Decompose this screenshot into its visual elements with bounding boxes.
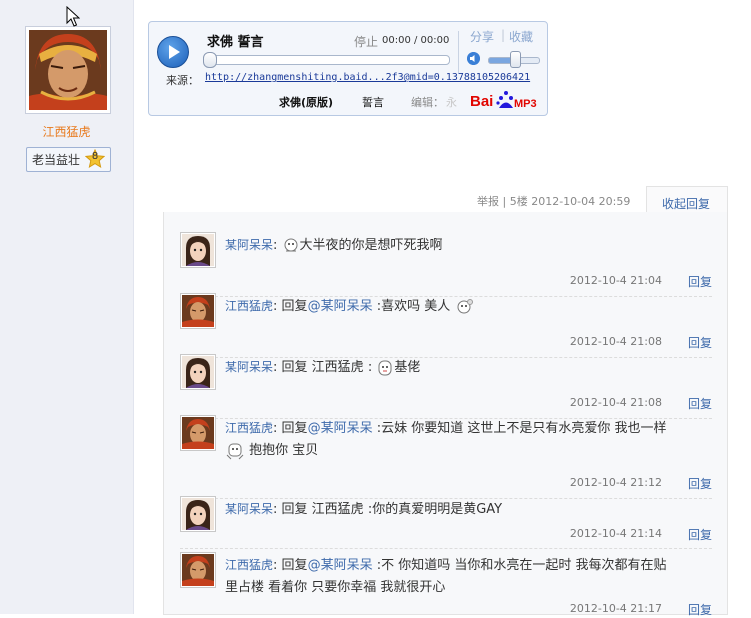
stop-button[interactable]: 停止 (354, 33, 378, 50)
reply-time: 2012-10-4 21:04 (569, 274, 662, 287)
collapse-reply-tab[interactable]: 收起回复 (646, 186, 728, 214)
post-datetime: 2012-10-04 20:59 (531, 195, 631, 208)
player-time: 00:00 / 00:00 (382, 35, 450, 46)
face-emoji-icon (378, 360, 392, 375)
reply-content: 江西猛虎: 回复@某阿呆呆 :不 你知道吗 当你和水亮在一起时 我每次都有在贴 … (225, 558, 667, 595)
flower-emoji-icon (457, 298, 474, 313)
volume-handle[interactable] (510, 51, 521, 68)
reply-text: 基佬 (394, 360, 421, 375)
reply-time: 2012-10-4 21:17 (569, 602, 662, 615)
reply-text: 你的真爱明明是黄GAY (372, 502, 503, 517)
reply-avatar[interactable] (180, 496, 216, 532)
avatar-image (29, 30, 107, 110)
source-url-link[interactable]: http://zhangmenshiting.baid...2f3@mid=0.… (205, 72, 530, 83)
avatar-image (182, 295, 214, 327)
ghost-emoji-icon (284, 238, 298, 251)
reply-list: 某阿呆呆: 大半夜的你是想吓死我啊 2012-10-4 21:04 回复 江西猛… (163, 212, 728, 617)
reply-mention[interactable]: @某阿呆呆 (308, 558, 373, 573)
reply-text: 喜欢吗 美人 (381, 299, 455, 314)
reply-avatar[interactable] (180, 354, 216, 390)
reply-text-line2: 里占楼 看着你 只要你幸福 我就很开心 (225, 580, 446, 595)
avatar-image (182, 356, 214, 388)
reply-item: 某阿呆呆: 回复 江西猛虎 : 基佬 2012-10-4 21:08 回复 (180, 350, 712, 419)
reply-item: 某阿呆呆: 回复 江西猛虎 :你的真爱明明是黄GAY 2012-10-4 21:… (180, 492, 712, 549)
reply-time: 2012-10-4 21:08 (569, 396, 662, 409)
reply-avatar[interactable] (180, 552, 216, 588)
reply-mention[interactable]: @某阿呆呆 (308, 299, 373, 314)
reply-time: 2012-10-4 21:14 (569, 527, 662, 540)
source-label: 来源： (166, 74, 199, 87)
reply-username[interactable]: 江西猛虎 (225, 421, 273, 435)
hug-emoji-icon (226, 443, 244, 459)
floor-number: | 5楼 (502, 195, 528, 208)
mouse-cursor-icon (66, 6, 80, 27)
reply-text: 云妹 你要知道 这世上不是只有水亮爱你 我也一样 (381, 421, 667, 436)
post-meta: 举报 | 5楼 2012-10-04 20:59 (477, 193, 630, 209)
music-player: 求佛 誓言 停止 00:00 / 00:00 分享 | 收藏 来源： http:… (148, 21, 548, 116)
play-icon (169, 45, 180, 59)
collapse-reply-label: 收起回复 (662, 197, 711, 211)
avatar-image (182, 417, 214, 449)
reply-button[interactable]: 回复 (688, 395, 712, 412)
reply-username[interactable]: 江西猛虎 (225, 299, 273, 313)
logo-bai-text: Bai (470, 93, 493, 110)
reply-button[interactable]: 回复 (688, 526, 712, 543)
level-title: 老当益壮 (32, 153, 81, 167)
reply-item: 某阿呆呆: 大半夜的你是想吓死我啊 2012-10-4 21:04 回复 (180, 228, 712, 297)
reply-content: 某阿呆呆: 回复 江西猛虎 :你的真爱明明是黄GAY (225, 502, 503, 517)
reply-item: 江西猛虎: 回复@某阿呆呆 :云妹 你要知道 这世上不是只有水亮爱你 我也一样 … (180, 411, 715, 499)
song-name: 求佛(原版) (279, 96, 334, 109)
progress-bar[interactable] (204, 55, 450, 65)
reply-item: 江西猛虎: 回复@某阿呆呆 :不 你知道吗 当你和水亮在一起时 我每次都有在贴 … (180, 548, 712, 617)
player-divider (458, 31, 459, 73)
play-button[interactable] (157, 36, 189, 68)
reply-button[interactable]: 回复 (688, 601, 712, 618)
avatar-image (182, 498, 214, 530)
reply-button[interactable]: 回复 (688, 475, 712, 492)
share-collect-separator: | (501, 28, 506, 42)
avatar-image (182, 234, 214, 266)
user-sidebar: 江西猛虎 老当益壮 8 (0, 0, 134, 614)
reply-content: 江西猛虎: 回复@某阿呆呆 :云妹 你要知道 这世上不是只有水亮爱你 我也一样 … (225, 417, 715, 462)
reply-avatar[interactable] (180, 293, 216, 329)
edit-value: 永 (446, 96, 457, 109)
share-link[interactable]: 分享 (470, 28, 494, 45)
volume-icon[interactable] (467, 52, 480, 65)
reply-content: 江西猛虎: 回复@某阿呆呆 :喜欢吗 美人 (225, 295, 715, 318)
reply-content: 某阿呆呆: 回复 江西猛虎 : 基佬 (225, 360, 421, 375)
reply-time: 2012-10-4 21:12 (569, 476, 662, 489)
user-avatar[interactable] (25, 26, 111, 114)
reply-button[interactable]: 回复 (688, 273, 712, 290)
reply-text-line2: 抱抱你 宝贝 (249, 443, 319, 458)
avatar-image (182, 554, 214, 586)
report-link[interactable]: 举报 (477, 195, 499, 208)
edit-label: 编辑： (411, 96, 444, 109)
reply-button[interactable]: 回复 (688, 334, 712, 351)
logo-mp3-text: MP3 (514, 98, 537, 110)
reply-text: 大半夜的你是想吓死我啊 (299, 238, 443, 253)
reply-username[interactable]: 江西猛虎 (225, 558, 273, 572)
reply-username[interactable]: 某阿呆呆 (225, 360, 273, 374)
reply-username[interactable]: 某阿呆呆 (225, 502, 273, 516)
reply-avatar[interactable] (180, 232, 216, 268)
reply-text: 不 你知道吗 当你和水亮在一起时 我每次都有在贴 (381, 558, 667, 573)
baidu-mp3-logo[interactable]: Bai MP3 (470, 89, 540, 111)
player-song-title: 求佛 誓言 (207, 35, 264, 50)
reply-item: 江西猛虎: 回复@某阿呆呆 :喜欢吗 美人 2012-10-4 21:08 回复 (180, 289, 715, 358)
reply-mention[interactable]: @某阿呆呆 (308, 421, 373, 436)
song-artist: 誓言 (362, 96, 384, 109)
reply-time: 2012-10-4 21:08 (569, 335, 662, 348)
level-number: 8 (91, 151, 99, 162)
user-level-badge[interactable]: 老当益壮 8 (26, 147, 111, 172)
reply-username[interactable]: 某阿呆呆 (225, 238, 273, 252)
sidebar-username[interactable]: 江西猛虎 (0, 123, 133, 140)
reply-avatar[interactable] (180, 415, 216, 451)
progress-handle[interactable] (203, 52, 217, 68)
collect-link[interactable]: 收藏 (509, 28, 533, 45)
reply-content: 某阿呆呆: 大半夜的你是想吓死我啊 (225, 238, 443, 253)
